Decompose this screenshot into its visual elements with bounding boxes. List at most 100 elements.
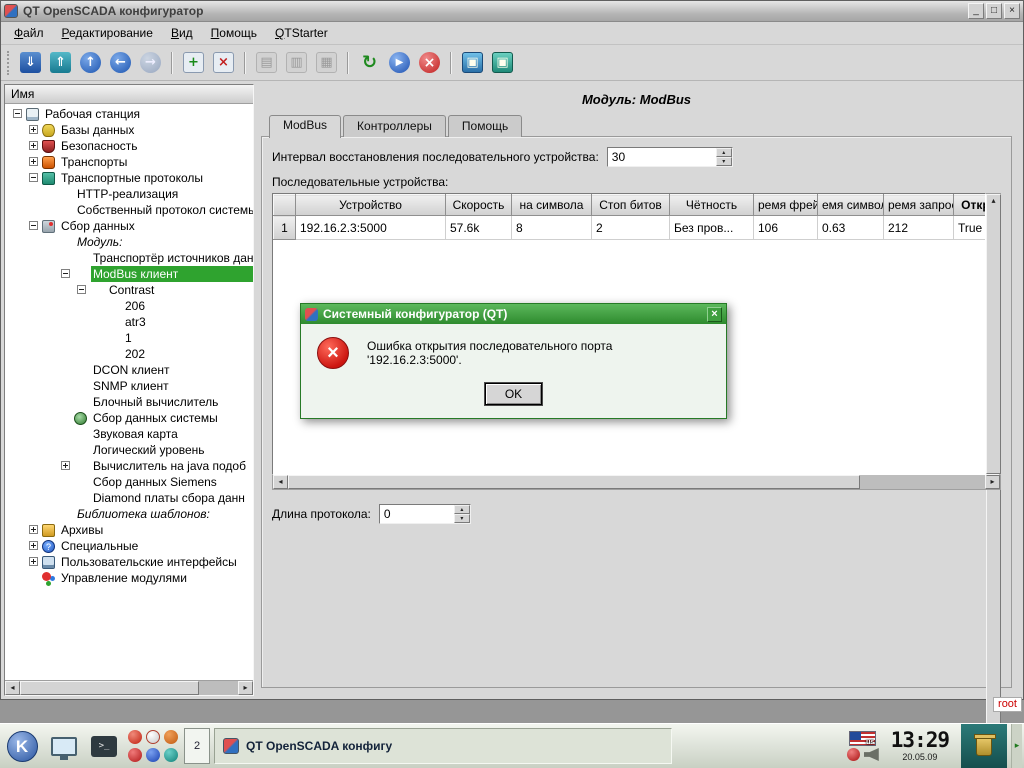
scrollbar-thumb[interactable]	[288, 475, 860, 489]
spin-up-icon[interactable]: ▴	[716, 148, 732, 157]
scroll-right-icon[interactable]: ▸	[238, 681, 253, 695]
expand-icon[interactable]	[29, 557, 38, 566]
cut-button[interactable]: ▥	[283, 49, 310, 76]
save-button[interactable]: ⇑	[47, 49, 74, 76]
expand-icon[interactable]	[29, 157, 38, 166]
scroll-up-icon[interactable]: ▴	[986, 194, 1001, 474]
col-frametime[interactable]: ремя фрейм	[754, 195, 818, 216]
col-reqtime[interactable]: ремя запрос	[884, 195, 954, 216]
copy-button[interactable]: ▤	[253, 49, 280, 76]
expand-icon[interactable]	[61, 461, 70, 470]
tab-controllers[interactable]: Контроллеры	[343, 115, 446, 137]
quick-launch-icon[interactable]	[146, 730, 160, 744]
tree-item-archives[interactable]: Архивы	[5, 522, 253, 538]
refresh-button[interactable]: ↻	[356, 49, 383, 76]
tree-item-template-lib[interactable]: Библиотека шаблонов:	[5, 506, 253, 522]
quick-launch-icon[interactable]	[164, 748, 178, 762]
menu-qtstarter[interactable]: QTStarter	[266, 23, 337, 43]
tree-item-dcon[interactable]: DCON клиент	[5, 362, 253, 378]
tree-item-soundcard[interactable]: Звуковая карта	[5, 426, 253, 442]
clock[interactable]: 13:29 20.05.09	[883, 730, 957, 762]
maximize-button[interactable]: □	[986, 3, 1002, 19]
cell-reqtime[interactable]: 212	[884, 216, 954, 240]
tree-column-header[interactable]: Имя	[5, 85, 253, 104]
tray-app-icon[interactable]	[847, 748, 860, 761]
collapse-icon[interactable]	[13, 109, 22, 118]
quick-launch-icon[interactable]	[164, 730, 178, 744]
tree-item-block-calc[interactable]: Блочный вычислитель	[5, 394, 253, 410]
scroll-left-icon[interactable]: ◂	[5, 681, 20, 695]
menu-view[interactable]: Вид	[162, 23, 202, 43]
tree-item-modbus-client[interactable]: ModBus клиент	[5, 266, 253, 282]
tree-item-databases[interactable]: Базы данных	[5, 122, 253, 138]
expand-icon[interactable]	[29, 125, 38, 134]
quick-launch-icon[interactable]	[128, 730, 142, 744]
collapse-icon[interactable]	[29, 173, 38, 182]
remove-item-button[interactable]: ×	[210, 49, 237, 76]
col-device[interactable]: Устройство	[296, 195, 446, 216]
qt-ui-button[interactable]: ▣	[489, 49, 516, 76]
interval-spinbox[interactable]: 30 ▴ ▾	[607, 147, 733, 167]
menu-file[interactable]: Файл	[5, 23, 53, 43]
table-vertical-scrollbar[interactable]: ▴ ▾	[986, 193, 1001, 475]
tree-item-202[interactable]: 202	[5, 346, 253, 362]
scrollbar-thumb[interactable]	[20, 681, 199, 695]
spin-up-icon[interactable]: ▴	[454, 505, 470, 514]
titlebar[interactable]: QT OpenSCADA конфигуратор _ □ ×	[1, 1, 1023, 22]
volume-icon[interactable]	[864, 748, 879, 761]
quick-launch-icon[interactable]	[146, 748, 160, 762]
tree-item-transports[interactable]: Транспорты	[5, 154, 253, 170]
collapse-icon[interactable]	[61, 269, 70, 278]
tree-item-workstation[interactable]: Рабочая станция	[5, 106, 253, 122]
spin-down-icon[interactable]: ▾	[454, 514, 470, 523]
expand-icon[interactable]	[29, 541, 38, 550]
tree-item-module-group[interactable]: Модуль:	[5, 234, 253, 250]
spin-down-icon[interactable]: ▾	[716, 157, 732, 166]
tree-item-206[interactable]: 206	[5, 298, 253, 314]
kmenu-button[interactable]: K	[2, 726, 42, 766]
cell-open-combo[interactable]: True ▾	[954, 216, 987, 240]
tree-item-http[interactable]: HTTP-реализация	[5, 186, 253, 202]
tree-horizontal-scrollbar[interactable]: ◂ ▸	[5, 680, 253, 695]
tree-item-security[interactable]: Безопасность	[5, 138, 253, 154]
col-charlen[interactable]: на символа	[512, 195, 592, 216]
col-stopbits[interactable]: Стоп битов	[592, 195, 670, 216]
tree-item-selfprotocol[interactable]: Собственный протокол системы	[5, 202, 253, 218]
tree-item-daq[interactable]: Сбор данных	[5, 218, 253, 234]
scroll-right-icon[interactable]: ▸	[985, 475, 1000, 489]
tree-item-module-management[interactable]: Управление модулями	[5, 570, 253, 586]
minimize-button[interactable]: _	[968, 3, 984, 19]
cell-charlen[interactable]: 8	[512, 216, 592, 240]
cell-device[interactable]: 192.16.2.3:5000	[296, 216, 446, 240]
load-button[interactable]: ⇓	[17, 49, 44, 76]
menu-help[interactable]: Помощь	[202, 23, 266, 43]
tree-item-contrast[interactable]: Contrast	[5, 282, 253, 298]
terminal-button[interactable]: >_	[86, 728, 122, 764]
tree-item-special[interactable]: Специальные	[5, 538, 253, 554]
cell-parity[interactable]: Без пров...	[670, 216, 754, 240]
cell-speed[interactable]: 57.6k	[446, 216, 512, 240]
back-button[interactable]: ←	[107, 49, 134, 76]
add-item-button[interactable]: +	[180, 49, 207, 76]
tab-help[interactable]: Помощь	[448, 115, 522, 137]
tree-item-snmp[interactable]: SNMP клиент	[5, 378, 253, 394]
keyboard-layout-flag-icon[interactable]: us	[849, 731, 876, 746]
tree-item-system-daq[interactable]: Сбор данных системы	[5, 410, 253, 426]
tree-item-atr3[interactable]: atr3	[5, 314, 253, 330]
tab-modbus[interactable]: ModBus	[269, 115, 341, 138]
quick-launch-icon[interactable]	[128, 748, 142, 762]
paste-button[interactable]: ▦	[313, 49, 340, 76]
trash-applet[interactable]	[961, 724, 1007, 768]
tree-item-transporter[interactable]: Транспортёр источников дан	[5, 250, 253, 266]
expand-icon[interactable]	[29, 525, 38, 534]
show-desktop-button[interactable]	[46, 728, 82, 764]
root-window-label[interactable]: root	[993, 697, 1022, 712]
tree-item-user-interfaces[interactable]: Пользовательские интерфейсы	[5, 554, 253, 570]
scroll-left-icon[interactable]: ◂	[273, 475, 288, 489]
tree-item-logic-level[interactable]: Логический уровень	[5, 442, 253, 458]
cell-chartime[interactable]: 0.63	[818, 216, 884, 240]
row-number[interactable]: 1	[274, 216, 296, 240]
tree-item-siemens[interactable]: Сбор данных Siemens	[5, 474, 253, 490]
col-open[interactable]: Открыт	[954, 195, 987, 216]
table-horizontal-scrollbar[interactable]: ◂ ▸	[272, 475, 1001, 490]
